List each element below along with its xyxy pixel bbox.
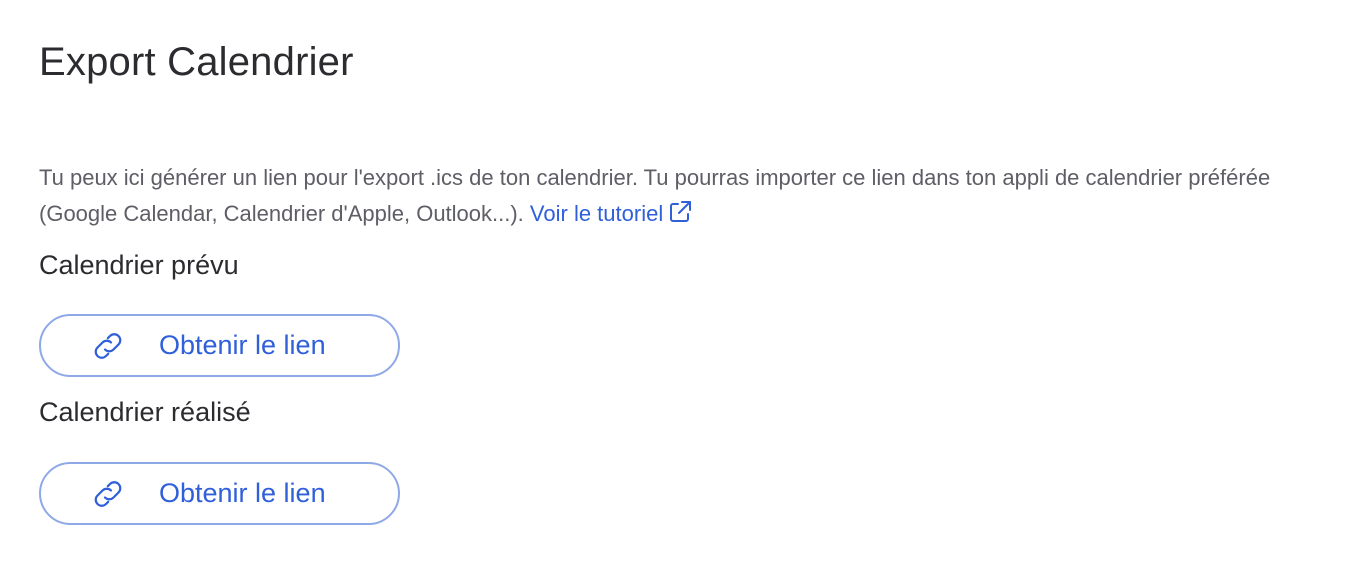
section-heading-realized-calendar: Calendrier réalisé <box>39 397 251 427</box>
get-link-label: Obtenir le lien <box>159 478 326 508</box>
get-realized-calendar-link-button[interactable]: Obtenir le lien <box>39 462 400 525</box>
link-icon <box>94 480 122 507</box>
link-icon <box>94 332 122 359</box>
section-heading-planned-calendar: Calendrier prévu <box>39 250 239 280</box>
export-description: Tu peux ici générer un lien pour l'expor… <box>39 160 1279 232</box>
tutorial-link[interactable]: Voir le tutoriel <box>530 201 693 226</box>
external-link-icon <box>670 201 692 222</box>
get-planned-calendar-link-button[interactable]: Obtenir le lien <box>39 314 400 377</box>
page-title: Export Calendrier <box>39 40 354 84</box>
get-link-label: Obtenir le lien <box>159 330 326 360</box>
tutorial-link-label: Voir le tutoriel <box>529 201 664 226</box>
